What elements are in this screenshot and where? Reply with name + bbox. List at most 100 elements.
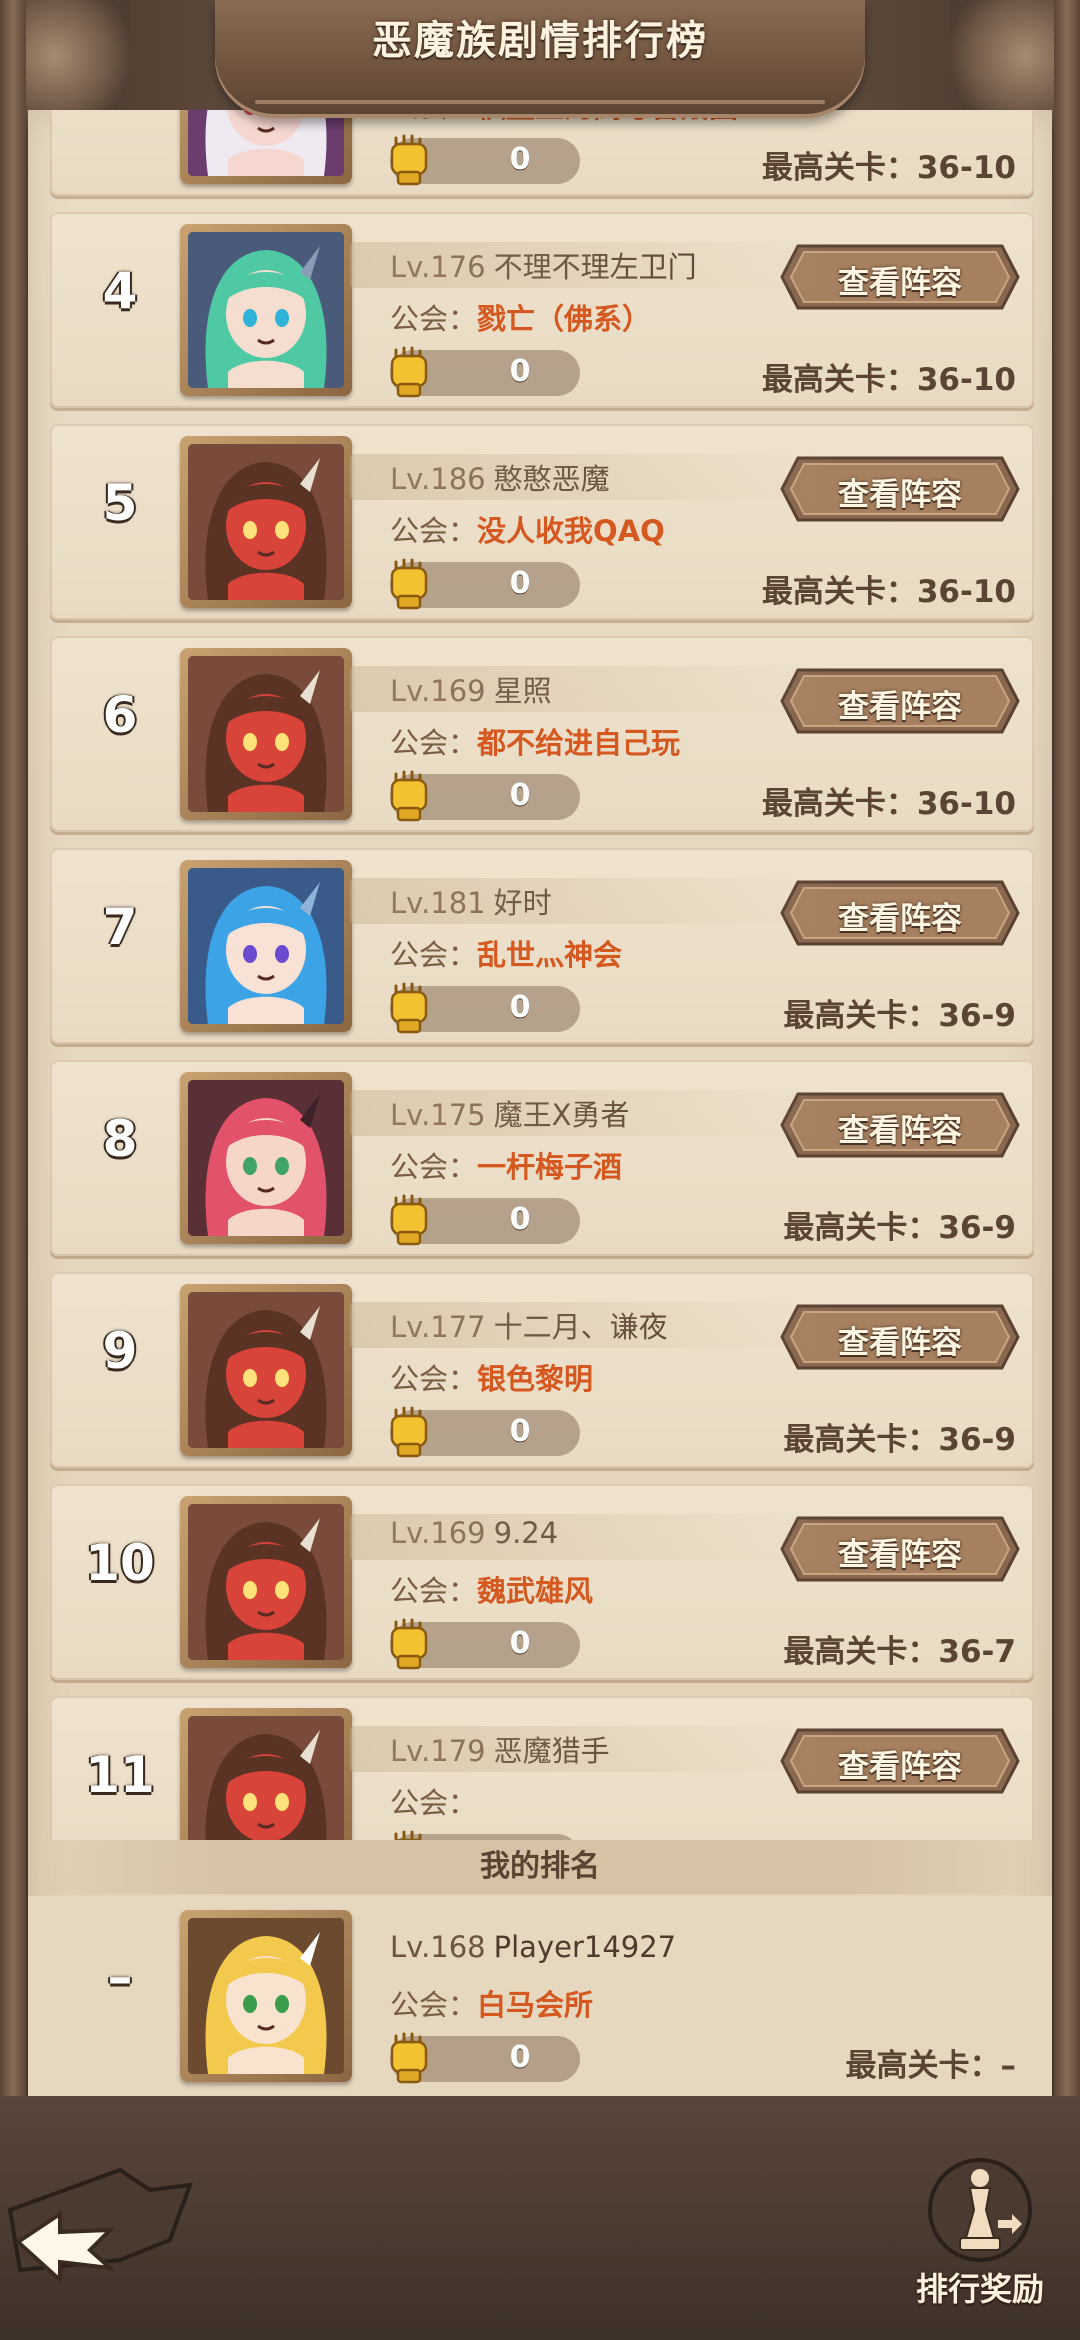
back-arrow-icon <box>7 2167 193 2285</box>
view-lineup-button[interactable]: 查看阵容 <box>780 878 1020 948</box>
player-level: Lv.169 <box>390 674 486 708</box>
page-title: 恶魔族剧情排行榜 <box>372 18 708 64</box>
view-lineup-label: 查看阵容 <box>838 477 962 513</box>
like-count: 0 <box>509 566 531 601</box>
avatar-portrait-icon <box>188 444 344 600</box>
avatar-portrait-icon <box>188 656 344 812</box>
view-lineup-button[interactable]: 查看阵容 <box>780 1514 1020 1584</box>
guild-name: 白马会所 <box>477 1988 594 2022</box>
fist-like-icon[interactable] <box>384 1614 434 1672</box>
fist-like-icon[interactable] <box>384 2028 434 2086</box>
player-info: Lv.168 Player14927 <box>390 1930 676 1964</box>
my-rank-row: – Lv.168 Player14927 公会：白马会所 0 最高关卡：– <box>50 1898 1034 2094</box>
like-count: 0 <box>509 1414 531 1449</box>
like-count: 0 <box>509 354 531 389</box>
like-count: 0 <box>509 1202 531 1237</box>
highest-stage: 最高关卡：36-9 <box>783 998 1016 1034</box>
avatar-portrait-icon <box>188 110 344 176</box>
player-info: Lv.181 好时 <box>390 880 552 922</box>
rank-reward-button[interactable]: 排行奖励 <box>900 2150 1060 2340</box>
leaderboard-row: 9 Lv.177 十二月、谦夜 公会：银色黎明 0 最高关卡：36-9 查看阵容 <box>50 1272 1034 1468</box>
avatar-portrait-icon <box>188 1292 344 1448</box>
fist-like-icon[interactable] <box>384 130 434 188</box>
fist-like-icon[interactable] <box>384 1402 434 1460</box>
fist-like-icon[interactable] <box>384 978 434 1036</box>
view-lineup-label: 查看阵容 <box>838 1113 962 1149</box>
leaderboard-row: 10 Lv.169 9.24 公会：魏武雄风 0 最高关卡：36-7 查看阵容 <box>50 1484 1034 1680</box>
guild-label: 公会： <box>390 302 478 336</box>
like-count: 0 <box>509 142 531 177</box>
fist-like-icon[interactable] <box>384 1826 434 1840</box>
player-name: 好时 <box>493 886 552 920</box>
avatar[interactable] <box>180 436 352 608</box>
view-lineup-button[interactable]: 查看阵容 <box>780 1090 1020 1160</box>
view-lineup-button[interactable]: 查看阵容 <box>780 666 1020 736</box>
my-rank-section: – Lv.168 Player14927 公会：白马会所 0 最高关卡：– <box>28 1896 1052 2096</box>
view-lineup-button[interactable]: 查看阵容 <box>780 1726 1020 1796</box>
view-lineup-button[interactable]: 查看阵容 <box>780 242 1020 312</box>
avatar[interactable] <box>180 1072 352 1244</box>
guild-label: 公会： <box>390 1150 478 1184</box>
title-banner: 恶魔族剧情排行榜 <box>215 0 865 118</box>
avatar-image <box>188 656 344 812</box>
view-lineup-label: 查看阵容 <box>838 1749 962 1785</box>
my-rank-header: 我的排名 <box>28 1840 1052 1894</box>
guild-info: 公会：戮亡（佛系） <box>390 296 651 338</box>
leaderboard-row: 3Lv.公会：棋盘上的高考备战团0最高关卡：36-10查看阵容 <box>50 110 1034 196</box>
avatar[interactable] <box>180 1910 352 2082</box>
guild-label: 公会： <box>390 1574 478 1608</box>
rank-number: 10 <box>85 1534 155 1592</box>
leaderboard-list[interactable]: 3Lv.公会：棋盘上的高考备战团0最高关卡：36-10查看阵容4Lv.176不理… <box>28 110 1052 1840</box>
like-count: 0 <box>509 1626 531 1661</box>
like-count: 0 <box>509 2040 531 2075</box>
view-lineup-button[interactable]: 查看阵容 <box>780 1302 1020 1372</box>
player-info: Lv.177 十二月、谦夜 <box>390 1304 668 1346</box>
avatar-portrait-icon <box>188 868 344 1024</box>
avatar-portrait-icon <box>188 1504 344 1660</box>
avatar[interactable] <box>180 110 352 184</box>
leaderboard-row: 11Lv.179恶魔猎手公会：0最高关卡：查看阵容 <box>50 1696 1034 1840</box>
guild-label: 公会： <box>390 726 478 760</box>
fist-like-icon[interactable] <box>384 554 434 612</box>
rank-number: 4 <box>102 262 138 320</box>
player-info: Lv.176 不理不理左卫门 <box>390 244 697 286</box>
like-count: 0 <box>509 990 531 1025</box>
leaderboard-row: 4 Lv.176 不理不理左卫门 公会：戮亡（佛系） 0 最高关卡：36-10 查看阵容 <box>50 212 1034 408</box>
rank-number: 7 <box>102 898 138 956</box>
highest-stage: 最高关卡：36-10 <box>761 574 1016 610</box>
avatar[interactable] <box>180 1708 352 1840</box>
avatar[interactable] <box>180 648 352 820</box>
player-level: Lv.177 <box>390 1310 486 1344</box>
avatar[interactable] <box>180 1496 352 1668</box>
guild-info: 公会：银色黎明 <box>390 1356 593 1398</box>
player-info: Lv.169 星照 <box>390 668 552 710</box>
avatar-portrait-icon <box>188 1716 344 1840</box>
view-lineup-button[interactable]: 查看阵容 <box>780 454 1020 524</box>
highest-stage: 最高关卡：36-10 <box>761 362 1016 398</box>
avatar[interactable] <box>180 224 352 396</box>
highest-stage: 最高关卡：36-10 <box>761 150 1016 186</box>
avatar[interactable] <box>180 1284 352 1456</box>
avatar-image <box>188 1504 344 1660</box>
guild-name: 魏武雄风 <box>477 1574 594 1608</box>
fist-like-icon[interactable] <box>384 342 434 400</box>
player-level: Lv.168 <box>390 1930 486 1964</box>
player-name: 魔王X勇者 <box>493 1098 630 1132</box>
fist-like-icon[interactable] <box>384 1190 434 1248</box>
frame-border-right <box>1054 0 1080 2100</box>
leaderboard-row: 8 Lv.175 魔王X勇者 公会：一杆梅子酒 0 最高关卡：36-9 查看阵容 <box>50 1060 1034 1256</box>
back-button[interactable] <box>0 2150 200 2300</box>
rank-reward-label: 排行奖励 <box>915 2270 1044 2308</box>
avatar-image <box>188 110 344 176</box>
guild-info: 公会：白马会所 <box>390 1982 593 2024</box>
avatar-image <box>188 232 344 388</box>
fist-like-icon[interactable] <box>384 766 434 824</box>
view-lineup-label: 查看阵容 <box>838 901 962 937</box>
highest-stage: 最高关卡：36-9 <box>783 1210 1016 1246</box>
avatar[interactable] <box>180 860 352 1032</box>
player-level: Lv.186 <box>390 462 486 496</box>
avatar-image <box>188 1716 344 1840</box>
player-level: Lv.176 <box>390 250 486 284</box>
avatar-image <box>188 444 344 600</box>
avatar-image <box>188 1292 344 1448</box>
